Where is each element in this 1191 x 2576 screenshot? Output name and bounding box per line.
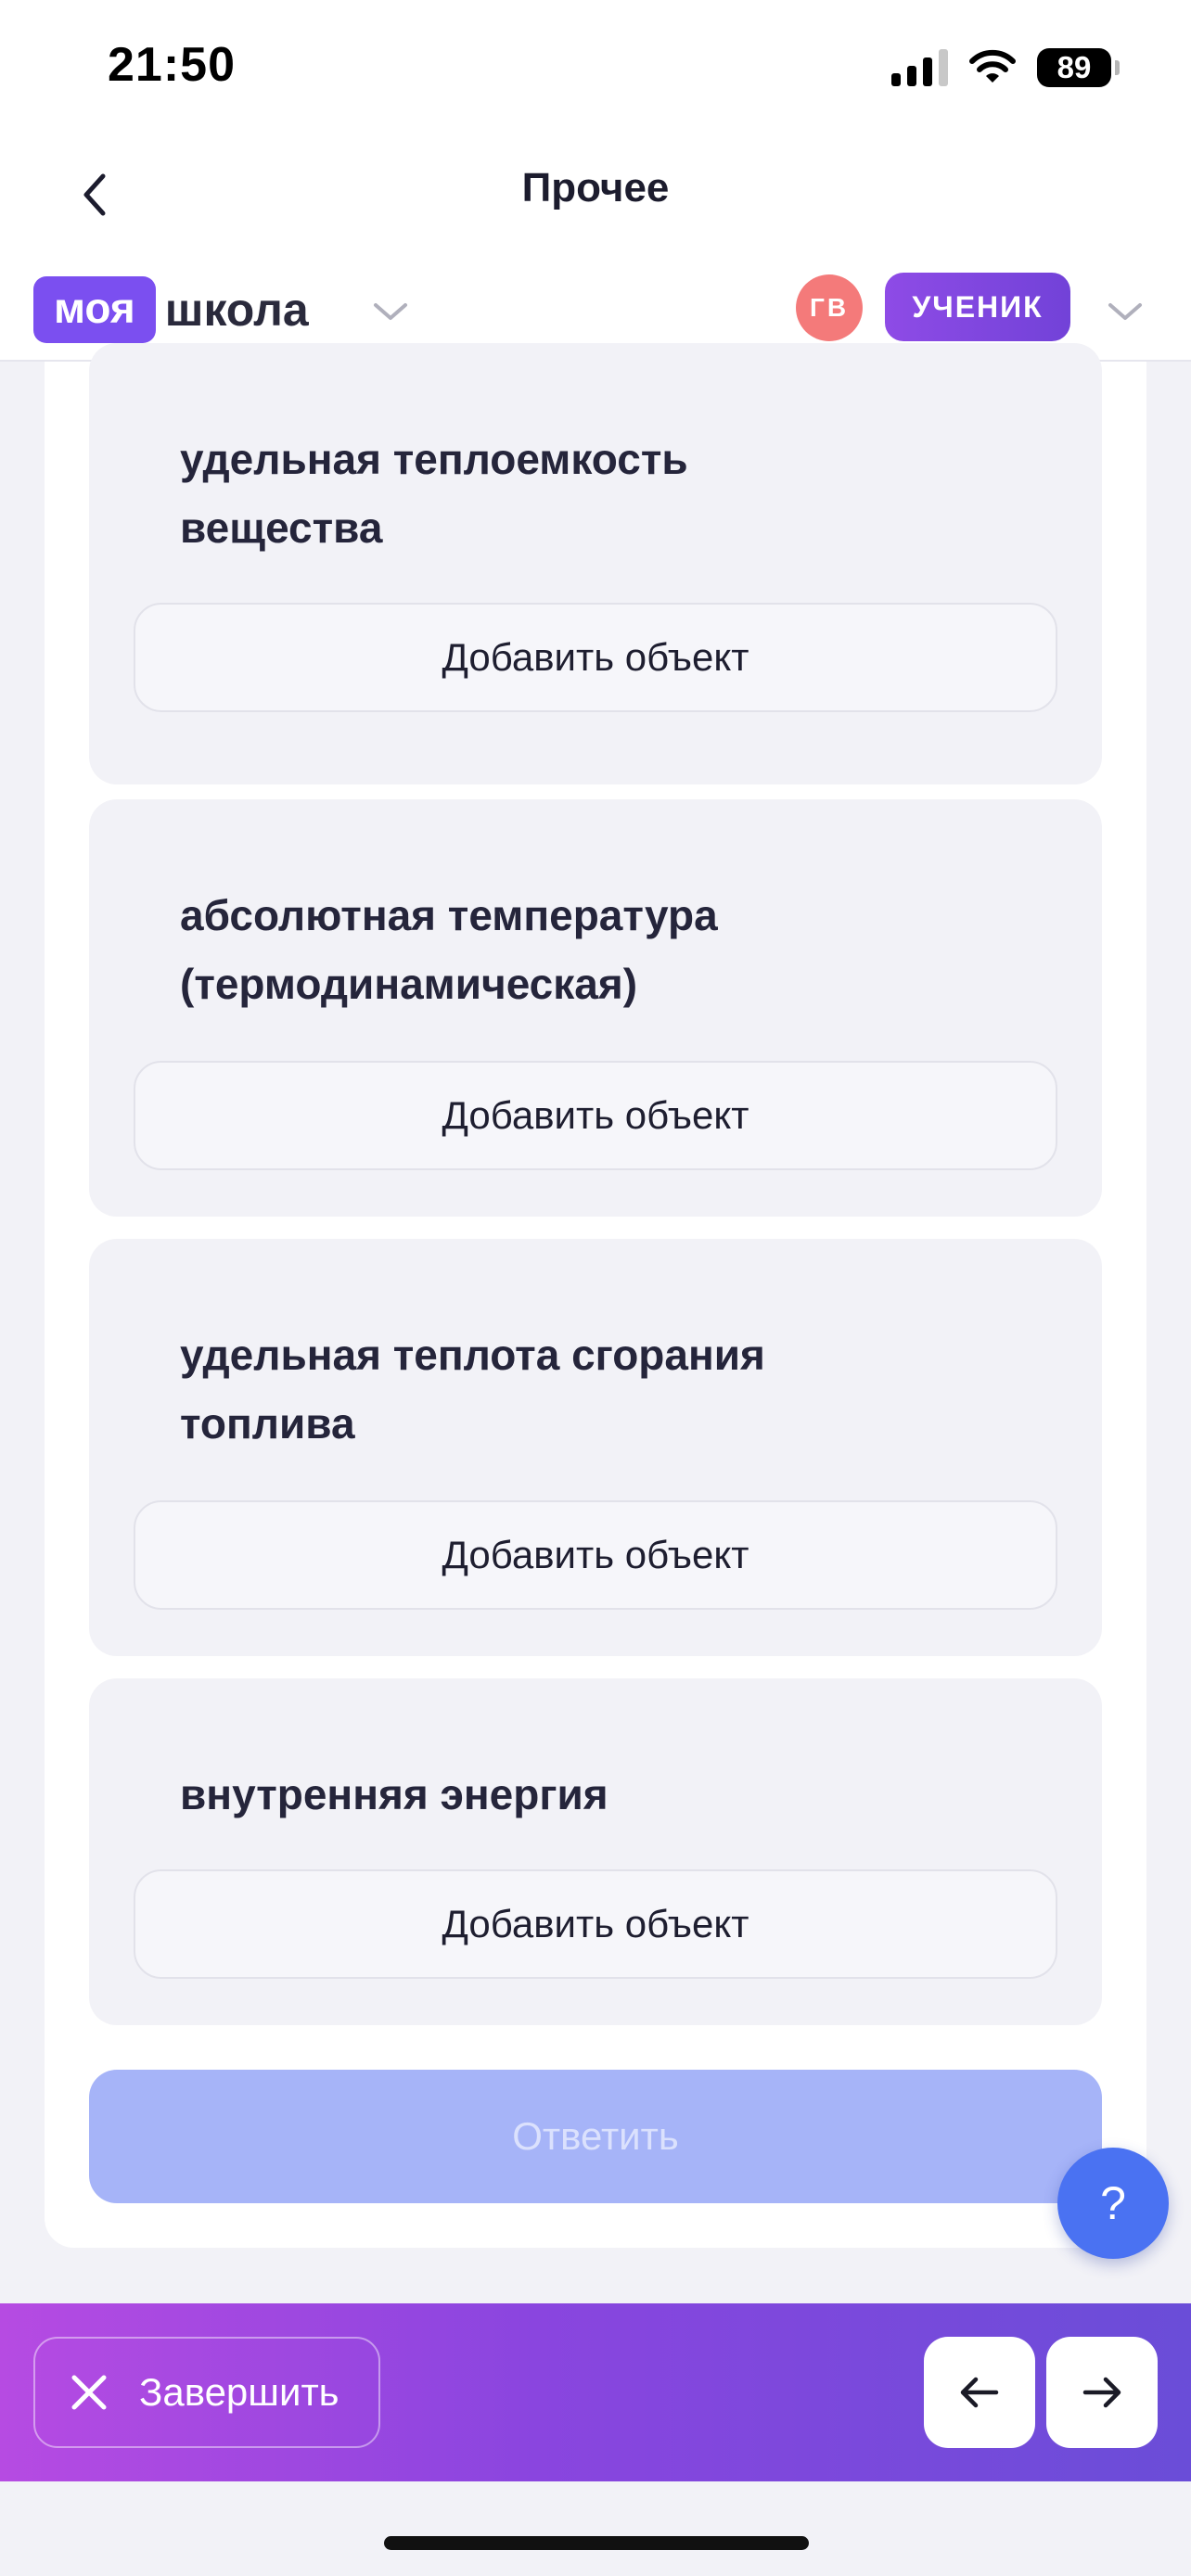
card-title-line: удельная теплоемкость (180, 435, 688, 483)
finish-label: Завершить (139, 2370, 339, 2414)
battery-icon: 89 (1037, 48, 1120, 87)
arrow-left-icon (960, 2377, 999, 2408)
next-button[interactable] (1046, 2337, 1158, 2448)
category-card: абсолютная температура (термодинамическа… (89, 799, 1102, 1217)
status-bar: 21:50 89 (0, 0, 1191, 130)
card-title: удельная теплота сгорания топлива (180, 1320, 765, 1458)
card-title: абсолютная температура (термодинамическа… (180, 881, 718, 1018)
card-title-line: удельная теплота сгорания (180, 1331, 765, 1379)
logo-text: школа (164, 284, 309, 336)
card-title-line: (термодинамическая) (180, 960, 638, 1008)
logo-badge: моя (33, 276, 156, 343)
card-title-line: абсолютная температура (180, 891, 718, 939)
home-indicator[interactable] (384, 2536, 809, 2550)
role-menu-chevron[interactable] (1102, 293, 1148, 330)
add-object-button[interactable]: Добавить объект (134, 1869, 1057, 1979)
chevron-down-icon (1108, 303, 1142, 320)
status-icons: 89 (891, 46, 1120, 89)
wifi-icon (969, 49, 1016, 83)
role-badge[interactable]: УЧЕНИК (885, 273, 1070, 341)
cellular-signal-icon (891, 49, 948, 86)
app-logo[interactable]: моя школа (33, 276, 309, 343)
help-button[interactable]: ? (1057, 2148, 1169, 2259)
status-time: 21:50 (108, 38, 236, 92)
school-menu-chevron[interactable] (367, 293, 414, 330)
previous-button[interactable] (924, 2337, 1035, 2448)
close-icon (61, 2365, 117, 2420)
category-card: удельная теплота сгорания топлива Добави… (89, 1239, 1102, 1656)
chevron-down-icon (374, 303, 407, 320)
finish-button[interactable]: Завершить (33, 2337, 380, 2448)
add-object-button[interactable]: Добавить объект (134, 603, 1057, 712)
card-title: удельная теплоемкость вещества (180, 425, 688, 562)
answer-button[interactable]: Ответить (89, 2070, 1102, 2203)
task-content: удельная теплоемкость вещества Добавить … (45, 343, 1146, 2248)
card-title-line: топлива (180, 1399, 355, 1447)
card-title: внутренняя энергия (180, 1760, 608, 1829)
arrow-right-icon (1082, 2377, 1121, 2408)
category-card: удельная теплоемкость вещества Добавить … (89, 343, 1102, 784)
nav-bar: Прочее (0, 130, 1191, 260)
add-object-button[interactable]: Добавить объект (134, 1061, 1057, 1170)
category-card: внутренняя энергия Добавить объект (89, 1678, 1102, 2025)
bottom-bar: Завершить (0, 2303, 1191, 2481)
add-object-button[interactable]: Добавить объект (134, 1500, 1057, 1610)
avatar[interactable]: ГВ (796, 274, 863, 341)
card-title-line: внутренняя энергия (180, 1770, 608, 1818)
card-title-line: вещества (180, 504, 383, 552)
page-title: Прочее (521, 165, 670, 210)
page: 21:50 89 Прочее моя школа ГВ УЧЕНИК удел… (0, 0, 1191, 2576)
